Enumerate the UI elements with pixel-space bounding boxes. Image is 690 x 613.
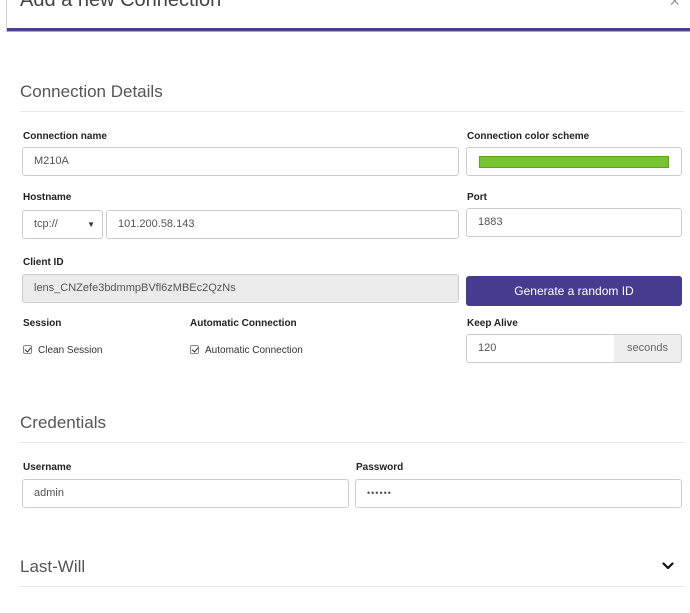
hostname-input[interactable]: 101.200.58.143 [106, 210, 459, 239]
password-label: Password [356, 462, 404, 473]
hostname-label: Hostname [23, 192, 72, 203]
close-icon[interactable]: × [669, 0, 680, 12]
section-title-last-will[interactable]: Last-Will [20, 557, 85, 577]
section-divider [20, 111, 684, 112]
automatic-connection-checkbox-row[interactable]: Automatic Connection [190, 345, 303, 356]
clean-session-checkbox[interactable] [23, 345, 32, 354]
protocol-select[interactable]: tcp:// ▼ [22, 210, 103, 239]
section-title-connection-details: Connection Details [20, 82, 163, 101]
generate-random-id-button[interactable]: Generate a random ID [466, 276, 682, 306]
port-input[interactable]: 1883 [466, 208, 682, 237]
username-label: Username [23, 462, 72, 473]
chevron-down-icon[interactable] [662, 561, 674, 571]
keep-alive-input[interactable]: 120 [466, 334, 615, 363]
password-input[interactable]: •••••• [355, 479, 682, 508]
dialog-title: Add a new Connection [20, 0, 222, 11]
section-title-credentials: Credentials [20, 413, 106, 432]
caret-down-icon: ▼ [87, 220, 95, 229]
client-id-label: Client ID [23, 257, 64, 268]
section-divider [20, 442, 684, 443]
color-swatch [479, 156, 669, 168]
dialog-header: Add a new Connection × [0, 0, 690, 32]
keep-alive-label: Keep Alive [467, 318, 518, 329]
header-divider [7, 28, 690, 32]
clean-session-label: Clean Session [38, 345, 103, 356]
automatic-connection-checkbox[interactable] [190, 345, 199, 354]
connection-name-input[interactable]: M210A [22, 147, 459, 176]
keep-alive-unit: seconds [614, 334, 682, 363]
color-scheme-picker[interactable] [466, 147, 682, 176]
username-input[interactable]: admin [22, 479, 349, 508]
clean-session-checkbox-row[interactable]: Clean Session [23, 345, 102, 356]
section-divider [20, 586, 684, 587]
protocol-select-value: tcp:// [34, 218, 58, 230]
session-label: Session [23, 318, 62, 329]
color-scheme-label: Connection color scheme [467, 131, 590, 142]
automatic-connection-checkbox-label: Automatic Connection [205, 345, 303, 356]
automatic-connection-label: Automatic Connection [190, 318, 297, 329]
connection-name-label: Connection name [23, 131, 107, 142]
port-label: Port [467, 192, 487, 203]
client-id-input[interactable]: lens_CNZefe3bdmmpBVfl6zMBEc2QzNs [22, 274, 459, 303]
